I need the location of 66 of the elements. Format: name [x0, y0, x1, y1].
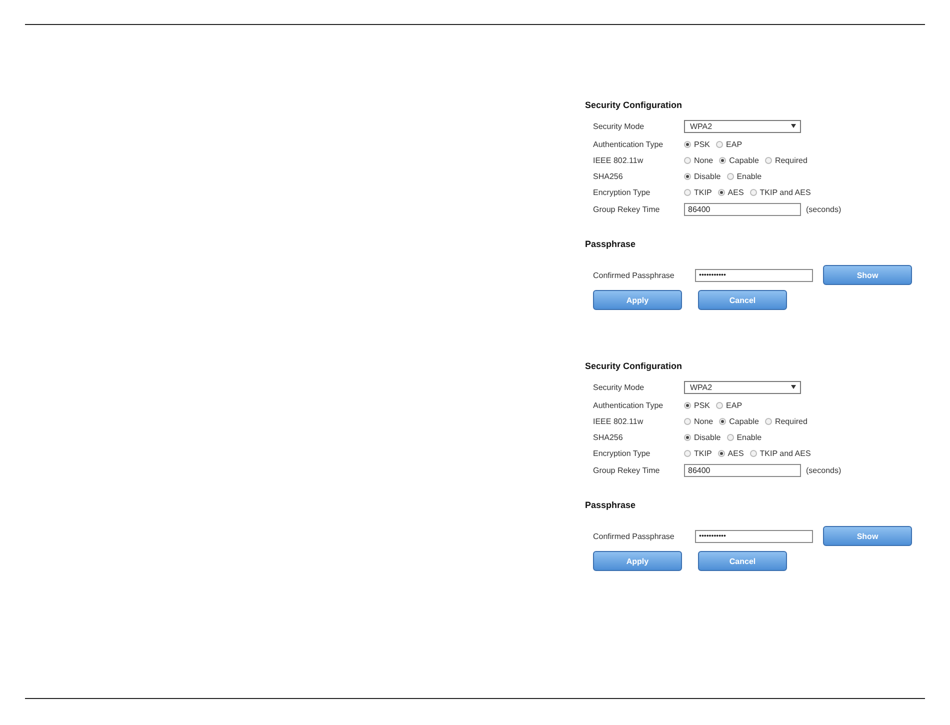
option-label: TKIP and AES: [760, 448, 811, 458]
field-label: SHA256: [593, 172, 624, 180]
option-label: Required: [774, 156, 808, 164]
field-label: Group Rekey Time: [593, 466, 661, 475]
option-label: PSK: [694, 400, 710, 410]
field-label: Confirmed Passphrase: [593, 532, 676, 540]
rekey-time-field[interactable]: 86400: [684, 203, 801, 216]
field-label: Confirmed Passphrase: [593, 270, 676, 280]
caret-icon: [791, 385, 796, 389]
option-label: TKIP and AES: [760, 188, 811, 196]
unit-label: (seconds): [806, 205, 842, 214]
field-label: Encryption Type: [593, 188, 652, 196]
field-label: Authentication Type: [593, 400, 664, 410]
rekey-time-field[interactable]: 86400: [684, 464, 801, 477]
option-label: PSK: [694, 140, 710, 148]
section-heading: Security Configuration: [585, 360, 684, 373]
option-label: TKIP: [694, 188, 712, 196]
radio-button[interactable]: [764, 156, 772, 164]
security-mode-dropdown[interactable]: WPA2: [684, 120, 801, 132]
option-label: Enable: [736, 172, 762, 180]
radio-button[interactable]: [750, 450, 757, 456]
caret-icon: [791, 124, 796, 128]
radio-button[interactable]: [719, 418, 726, 424]
radio-button[interactable]: [684, 188, 691, 196]
option-label: Enable: [736, 432, 762, 442]
option-label: AES: [728, 448, 744, 458]
radio-button[interactable]: [684, 418, 691, 424]
field-label: Security Mode: [593, 382, 646, 392]
field-label: Encryption Type: [593, 448, 652, 458]
option-label: EAP: [726, 140, 742, 148]
field-label: Security Mode: [593, 122, 646, 130]
section-heading: Passphrase: [585, 499, 637, 512]
security-mode-dropdown[interactable]: WPA2: [684, 380, 801, 394]
radio-button[interactable]: [718, 188, 725, 196]
radio-button[interactable]: [718, 450, 725, 456]
radio-button[interactable]: [726, 172, 734, 180]
radio-button[interactable]: [684, 156, 691, 164]
unit-label: (seconds): [806, 466, 842, 475]
field-label: Authentication Type: [593, 140, 664, 148]
option-label: Required: [774, 416, 808, 426]
option-label: EAP: [726, 400, 742, 410]
radio-button[interactable]: [726, 434, 734, 440]
section-heading: Security Configuration: [585, 99, 684, 112]
radio-button[interactable]: [750, 188, 757, 196]
radio-button[interactable]: [684, 450, 691, 456]
field-label: SHA256: [593, 432, 624, 442]
radio-button[interactable]: [684, 140, 691, 148]
radio-button[interactable]: [764, 418, 772, 424]
field-label: IEEE 802.11w: [593, 156, 644, 164]
option-label: Capable: [729, 156, 759, 164]
radio-button[interactable]: [684, 434, 691, 440]
section-heading: Passphrase: [585, 238, 637, 251]
radio-button[interactable]: [684, 402, 691, 408]
radio-button[interactable]: [716, 402, 724, 408]
option-label: None: [694, 416, 714, 426]
option-label: None: [694, 156, 714, 164]
field-label: IEEE 802.11w: [593, 416, 644, 426]
field-label: Group Rekey Time: [593, 205, 661, 214]
option-label: Capable: [729, 416, 759, 426]
option-label: TKIP: [694, 448, 712, 458]
radio-button[interactable]: [719, 156, 726, 164]
radio-button[interactable]: [716, 140, 724, 148]
option-label: Disable: [694, 432, 721, 442]
option-label: AES: [728, 188, 744, 196]
radio-button[interactable]: [684, 172, 691, 180]
option-label: Disable: [694, 172, 721, 180]
